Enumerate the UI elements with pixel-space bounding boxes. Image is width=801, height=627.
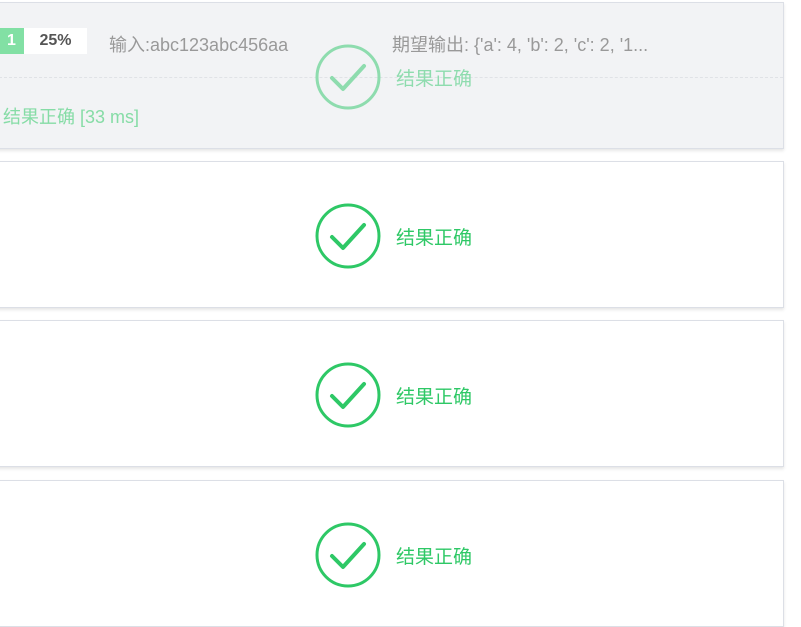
verdict-overlay: 结果正确 <box>315 44 472 110</box>
case-number: 1 <box>0 28 24 54</box>
check-circle-icon <box>315 362 381 428</box>
case-result-detail: 结果正确 [33 ms] <box>3 107 140 127</box>
verdict: 结果正确 <box>315 362 472 428</box>
verdict-label: 结果正确 <box>396 386 473 408</box>
test-results-panel: 1 25% 输入:abc123abc456aa 期望输出: {'a': 4, '… <box>0 0 801 627</box>
verdict-label: 结果正确 <box>396 68 473 90</box>
check-circle-icon <box>315 522 381 588</box>
test-case-card-4[interactable]: 结果正确 <box>0 480 784 627</box>
check-circle-icon <box>315 203 381 269</box>
check-circle-icon <box>315 44 381 110</box>
case-tag: 1 25% <box>0 28 87 54</box>
verdict-label: 结果正确 <box>396 546 473 568</box>
verdict-label: 结果正确 <box>396 227 473 249</box>
case-percent: 25% <box>24 28 87 54</box>
verdict: 结果正确 <box>315 203 472 269</box>
verdict: 结果正确 <box>315 522 472 588</box>
test-case-card-3[interactable]: 结果正确 <box>0 320 784 467</box>
test-case-card-1[interactable]: 1 25% 输入:abc123abc456aa 期望输出: {'a': 4, '… <box>0 2 784 149</box>
case-input: 输入:abc123abc456aa <box>109 35 289 55</box>
test-case-card-2[interactable]: 结果正确 <box>0 161 784 308</box>
